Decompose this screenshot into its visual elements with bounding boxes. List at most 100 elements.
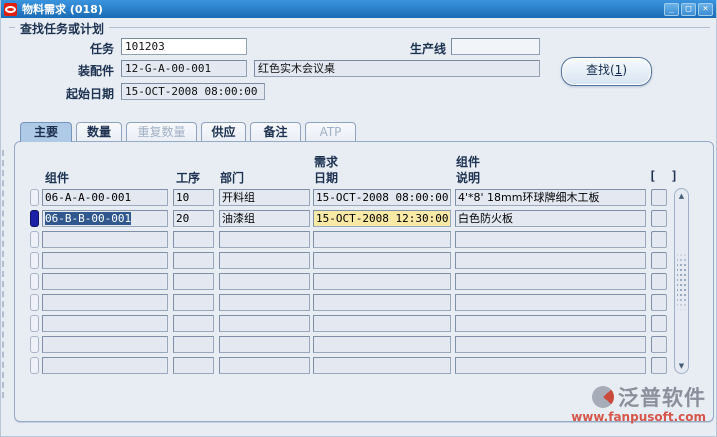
task-input[interactable]: 101203 [121,38,247,55]
titlebar[interactable]: 物料需求 (018) _ □ × [1,0,716,18]
operation-cell[interactable]: 10 [173,189,214,206]
tab-main[interactable]: 主要 [20,122,72,142]
demand-date-cell[interactable] [313,357,451,374]
component-cell[interactable] [42,252,168,269]
vertical-scrollbar[interactable]: ▲ ▼ [674,188,689,374]
component-description-cell [455,315,646,332]
row-checkbox[interactable] [651,189,667,206]
scroll-down-icon[interactable]: ▼ [675,359,688,373]
operation-cell[interactable] [173,231,214,248]
record-indicator[interactable] [30,189,39,206]
component-value: 06-B-B-00-001 [45,212,131,225]
component-description-cell: 白色防火板 [455,210,646,227]
demand-date-cell[interactable] [313,336,451,353]
row-checkbox[interactable] [651,210,667,227]
department-cell[interactable] [219,231,310,248]
demand-date-cell[interactable] [313,315,451,332]
brand-url: www.fanpusoft.com [571,410,706,424]
operation-cell[interactable] [173,336,214,353]
demand-date-cell[interactable]: 15-OCT-2008 12:30:00 [313,210,451,227]
record-indicator[interactable] [30,315,39,332]
operation-cell[interactable] [173,252,214,269]
component-value: 06-A-A-00-001 [45,191,131,204]
component-cell[interactable] [42,294,168,311]
tab-quantity[interactable]: 数量 [76,122,122,142]
department-cell[interactable]: 油漆组 [219,210,310,227]
department-cell[interactable] [219,336,310,353]
row-checkbox[interactable] [651,273,667,290]
department-cell[interactable] [219,294,310,311]
scroll-up-icon[interactable]: ▲ [675,189,688,203]
tab-supply[interactable]: 供应 [201,122,246,142]
operation-cell[interactable] [173,357,214,374]
demand-date-cell[interactable] [313,273,451,290]
department-cell[interactable] [219,357,310,374]
demand-date-cell[interactable] [313,252,451,269]
row-checkbox[interactable] [651,357,667,374]
operation-cell[interactable] [173,315,214,332]
record-indicator[interactable] [30,210,39,227]
row-checkbox[interactable] [651,231,667,248]
fanpu-logo-icon [592,386,614,408]
component-cell[interactable] [42,231,168,248]
record-indicator[interactable] [30,294,39,311]
record-indicator[interactable] [30,336,39,353]
component-description-cell [455,336,646,353]
demand-date-cell[interactable] [313,231,451,248]
production-line-label: 生产线 [386,40,446,57]
tab-notes[interactable]: 备注 [250,122,301,142]
record-indicator[interactable] [30,357,39,374]
component-cell[interactable] [42,357,168,374]
demand-date-cell[interactable]: 15-OCT-2008 08:00:00 [313,189,451,206]
tab-strip: 主要数量重复数量供应备注ATP [20,122,356,142]
header-date-line2: 日期 [314,169,338,186]
row-checkbox[interactable] [651,315,667,332]
header-department: 部门 [220,169,244,186]
assembly-input[interactable]: 12-G-A-00-001 [121,60,247,77]
operation-cell[interactable] [173,294,214,311]
table-row [1,357,717,378]
record-indicator[interactable] [30,252,39,269]
row-checkbox[interactable] [651,336,667,353]
table-row [1,252,717,273]
component-cell[interactable] [42,315,168,332]
start-date-input[interactable]: 15-OCT-2008 08:00:00 [121,83,265,100]
minimize-button[interactable]: _ [664,3,679,16]
material-requirements-window: 物料需求 (018) _ □ × 查找任务或计划 任务 101203 生产线 装… [0,0,717,437]
component-cell[interactable] [42,273,168,290]
row-checkbox[interactable] [651,294,667,311]
find-frame-label: 查找任务或计划 [15,20,109,37]
component-cell[interactable]: 06-B-B-00-001 [42,210,168,227]
header-component: 组件 [45,169,69,186]
tab-repeat-quantity: 重复数量 [126,122,197,142]
record-indicator[interactable] [30,231,39,248]
department-cell[interactable]: 开料组 [219,189,310,206]
department-cell[interactable] [219,315,310,332]
brand-watermark: 泛普软件 www.fanpusoft.com [571,382,706,424]
production-line-input[interactable] [451,38,540,55]
close-button[interactable]: × [698,3,713,16]
component-cell[interactable] [42,336,168,353]
find-button-label-suffix: ) [622,63,627,77]
row-checkbox[interactable] [651,252,667,269]
component-description-cell [455,231,646,248]
find-button[interactable]: 查找(1) [561,57,652,86]
operation-cell[interactable] [173,273,214,290]
window-controls: _ □ × [664,3,713,16]
maximize-button[interactable]: □ [681,3,696,16]
header-operation: 工序 [176,169,200,186]
table-row [1,315,717,336]
header-date-line1: 需求 [314,153,338,170]
operation-cell[interactable]: 20 [173,210,214,227]
header-desc-line1: 组件 [456,153,480,170]
table-row [1,231,717,252]
start-date-label: 起始日期 [46,85,114,102]
demand-date-cell[interactable] [313,294,451,311]
department-cell[interactable] [219,273,310,290]
scrollbar-thumb[interactable] [677,205,686,357]
component-description-cell [455,357,646,374]
component-cell[interactable]: 06-A-A-00-001 [42,189,168,206]
table-rows: 06-A-A-00-001 10 开料组 15-OCT-2008 08:00:0… [1,189,717,378]
record-indicator[interactable] [30,273,39,290]
department-cell[interactable] [219,252,310,269]
